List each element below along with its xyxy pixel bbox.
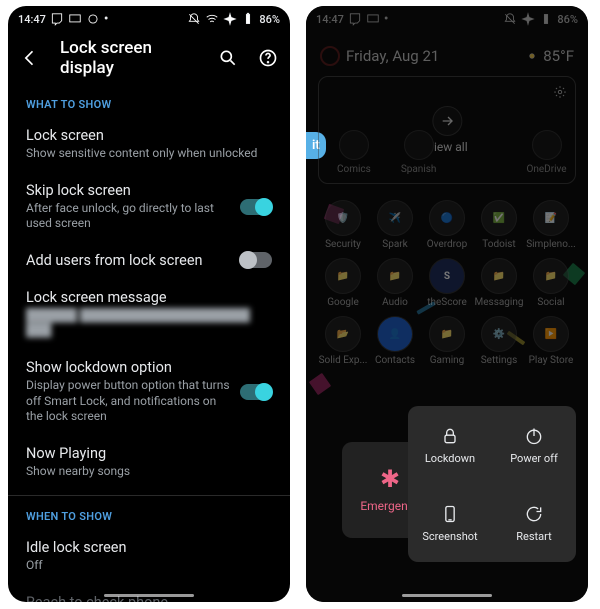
- status-battery-pct: 86%: [557, 13, 578, 26]
- item-label: Show lockdown option: [26, 359, 230, 376]
- item-show-lockdown[interactable]: Show lockdown option Display power butto…: [8, 349, 290, 435]
- power-icon: [524, 426, 544, 446]
- battery-icon: [241, 12, 255, 26]
- item-label: Now Playing: [26, 445, 272, 462]
- power-lockdown[interactable]: Lockdown: [408, 406, 492, 484]
- twitch-icon: [348, 12, 362, 26]
- emergency-icon: ✱: [380, 467, 400, 491]
- page-title: Lock screen display: [60, 38, 198, 78]
- power-label: Lockdown: [425, 452, 475, 465]
- back-icon[interactable]: [20, 48, 40, 68]
- app-simplenote[interactable]: 📝Simpleno...: [526, 200, 576, 250]
- app-google-folder[interactable]: 📁Google: [318, 258, 368, 308]
- sun-icon: [525, 49, 539, 63]
- app-row: 📁Google 📁Audio StheScore 📁Messaging 📁Soc…: [314, 254, 580, 312]
- toggle-add-users[interactable]: [240, 252, 272, 268]
- item-now-playing[interactable]: Now Playing Show nearby songs: [8, 435, 290, 490]
- section-when-to-show: WHEN TO SHOW: [8, 496, 290, 529]
- wifi-icon: [205, 12, 219, 26]
- status-time: 14:47: [316, 13, 344, 26]
- dnd-off-icon: [503, 12, 517, 26]
- power-menu: Lockdown Power off Screenshot Restart: [408, 406, 576, 562]
- item-label: Add users from lock screen: [26, 252, 230, 269]
- app-play-store[interactable]: ▶️Play Store: [526, 316, 576, 366]
- status-more: •: [104, 12, 109, 27]
- section-what-to-show: WHAT TO SHOW: [8, 84, 290, 117]
- cart-icon: [86, 12, 100, 26]
- item-reach-to-check: Reach to check phone On: [8, 584, 290, 602]
- app-settings[interactable]: ⚙️Settings: [474, 316, 524, 366]
- app-gaming-folder[interactable]: 📁Gaming: [422, 316, 472, 366]
- item-lock-screen-message[interactable]: Lock screen message ██████ █████████████…: [8, 279, 290, 349]
- app-grid: 🛡️Security ✈️Spark 🔵Overdrop ✅Todoist 📝S…: [306, 194, 588, 372]
- item-sub: Display power button option that turns o…: [26, 378, 230, 425]
- power-screenshot[interactable]: Screenshot: [408, 484, 492, 562]
- item-lock-screen[interactable]: Lock screen Show sensitive content only …: [8, 117, 290, 172]
- app-thescore[interactable]: StheScore: [422, 258, 472, 308]
- item-sub: Show sensitive content only when unlocke…: [26, 146, 272, 162]
- search-icon[interactable]: [218, 48, 238, 68]
- power-label: Power off: [510, 452, 558, 465]
- battery-icon: [539, 12, 553, 26]
- status-more: •: [384, 12, 389, 27]
- app-contacts[interactable]: 👤Contacts: [370, 316, 420, 366]
- status-battery-pct: 86%: [259, 13, 280, 26]
- item-add-users[interactable]: Add users from lock screen: [8, 242, 290, 279]
- gesture-nav-hint: [402, 594, 492, 597]
- power-label: Restart: [516, 530, 551, 543]
- app-solid-explorer[interactable]: 📂Solid Exp...: [318, 316, 368, 366]
- cast-icon: [366, 12, 380, 26]
- app-spark[interactable]: ✈️Spark: [370, 200, 420, 250]
- glance-row: Friday, Aug 21 85°F: [306, 28, 588, 74]
- status-bar: 14:47 • 86%: [306, 6, 588, 28]
- item-sub: Show nearby songs: [26, 464, 272, 480]
- status-bar: 14:47 • 86%: [8, 6, 290, 28]
- settings-screen: 14:47 • 86% Lock screen display WHAT TO …: [8, 6, 290, 602]
- widget-panel: View all Comics Spanish . OneDrive: [318, 76, 576, 184]
- cast-icon: [68, 12, 82, 26]
- lock-icon: [440, 426, 460, 446]
- gesture-nav-hint: [104, 594, 194, 597]
- help-icon[interactable]: [258, 48, 278, 68]
- item-label: Skip lock screen: [26, 182, 230, 199]
- status-time: 14:47: [18, 13, 46, 26]
- app-audio-folder[interactable]: 📁Audio: [370, 258, 420, 308]
- item-idle-lock-screen[interactable]: Idle lock screen Off: [8, 529, 290, 584]
- power-restart[interactable]: Restart: [492, 484, 576, 562]
- app-todoist[interactable]: ✅Todoist: [474, 200, 524, 250]
- twitch-icon: [50, 12, 64, 26]
- glance-temp: 85°F: [543, 47, 574, 65]
- power-off[interactable]: Power off: [492, 406, 576, 484]
- airplane-icon: [521, 12, 535, 26]
- dnd-off-icon: [187, 12, 201, 26]
- item-sub: ██████ ████████████████████ ███: [26, 308, 272, 339]
- airplane-icon: [223, 12, 237, 26]
- widget-bottom-row: Comics Spanish . OneDrive: [337, 130, 567, 175]
- app-security[interactable]: 🛡️Security: [318, 200, 368, 250]
- item-label: Lock screen: [26, 127, 272, 144]
- app-bar: Lock screen display: [8, 28, 290, 84]
- toggle-skip-lock-screen[interactable]: [240, 199, 272, 215]
- restart-icon: [524, 504, 544, 524]
- glance-date: Friday, Aug 21: [346, 47, 439, 65]
- item-label: Lock screen message: [26, 289, 272, 306]
- toggle-show-lockdown[interactable]: [240, 384, 272, 400]
- gear-icon[interactable]: [553, 85, 567, 99]
- app-row: 🛡️Security ✈️Spark 🔵Overdrop ✅Todoist 📝S…: [314, 196, 580, 254]
- power-menu-screen: 14:47 • 86% it Friday, Aug 21 85°F: [306, 6, 588, 602]
- swirl-icon: [320, 46, 340, 66]
- item-sub: After face unlock, go directly to last u…: [26, 201, 230, 232]
- item-sub: Off: [26, 558, 272, 574]
- item-label: Idle lock screen: [26, 539, 272, 556]
- screenshot-icon: [440, 504, 460, 524]
- item-skip-lock-screen[interactable]: Skip lock screen After face unlock, go d…: [8, 172, 290, 242]
- app-messaging-folder[interactable]: 📁Messaging: [474, 258, 524, 308]
- app-row: 📂Solid Exp... 👤Contacts 📁Gaming ⚙️Settin…: [314, 312, 580, 370]
- app-overdrop[interactable]: 🔵Overdrop: [422, 200, 472, 250]
- app-social-folder[interactable]: 📁Social: [526, 258, 576, 308]
- power-label: Screenshot: [422, 530, 477, 543]
